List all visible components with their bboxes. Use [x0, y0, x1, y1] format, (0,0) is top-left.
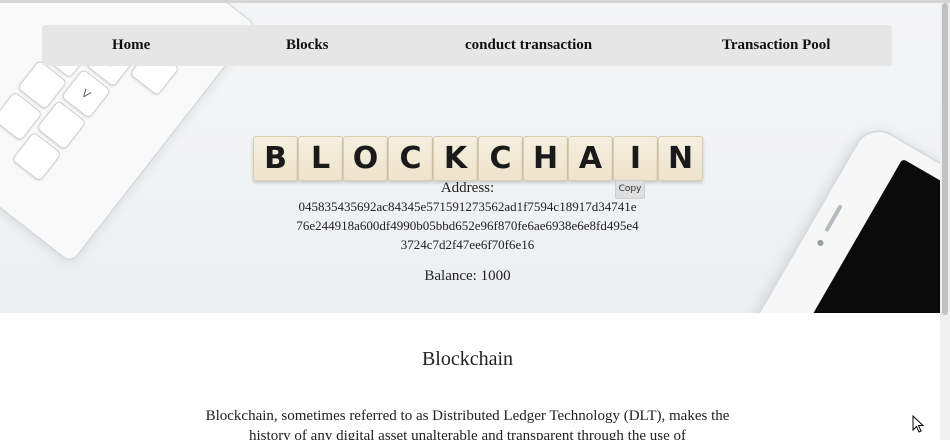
nav-home[interactable]: Home: [112, 25, 150, 66]
page: B V Home Blocks conduct transaction Tran…: [0, 0, 950, 440]
address-value-line: 3724c7d2f47ee6f70f6e16: [400, 237, 535, 252]
nav-bar: Home Blocks conduct transaction Transact…: [42, 25, 892, 66]
letter-tile: C: [388, 136, 433, 181]
letter-tile: L: [298, 136, 343, 181]
letter-tile: I: [613, 136, 658, 181]
letter-tile: C: [478, 136, 523, 181]
balance-text: Balance: 1000: [424, 268, 511, 284]
paragraph-line: history of any digital asset unalterable…: [249, 428, 686, 440]
letter-tile: A: [568, 136, 613, 181]
letter-tile: O: [343, 136, 388, 181]
address-value-line: 045835435692ac84345e571591273562ad1f7594…: [298, 199, 637, 214]
address-value-line: 76e244918a600df4990b05bbd652e96f870fe6ae…: [296, 218, 639, 233]
letter-tile: H: [523, 136, 568, 181]
section-title: Blockchain: [421, 348, 514, 370]
letter-tile: K: [433, 136, 478, 181]
nav-transaction-pool[interactable]: Transaction Pool: [722, 25, 830, 66]
mouse-cursor-icon: [912, 415, 925, 433]
letter-tile: N: [658, 136, 703, 181]
nav-conduct-transaction[interactable]: conduct transaction: [465, 25, 592, 66]
nav-blocks[interactable]: Blocks: [286, 25, 329, 66]
address-label: Address:: [440, 180, 495, 196]
paragraph-line: Blockchain, sometimes referred to as Dis…: [205, 408, 730, 424]
copy-address-button[interactable]: Copy: [615, 180, 645, 199]
scrollbar-thumb[interactable]: [942, 3, 948, 315]
blockchain-tiles: B L O C K C H A I N: [253, 136, 703, 182]
hero-banner: B V Home Blocks conduct transaction Tran…: [0, 3, 940, 313]
letter-tile: B: [253, 136, 298, 181]
vertical-scrollbar[interactable]: [940, 3, 950, 440]
